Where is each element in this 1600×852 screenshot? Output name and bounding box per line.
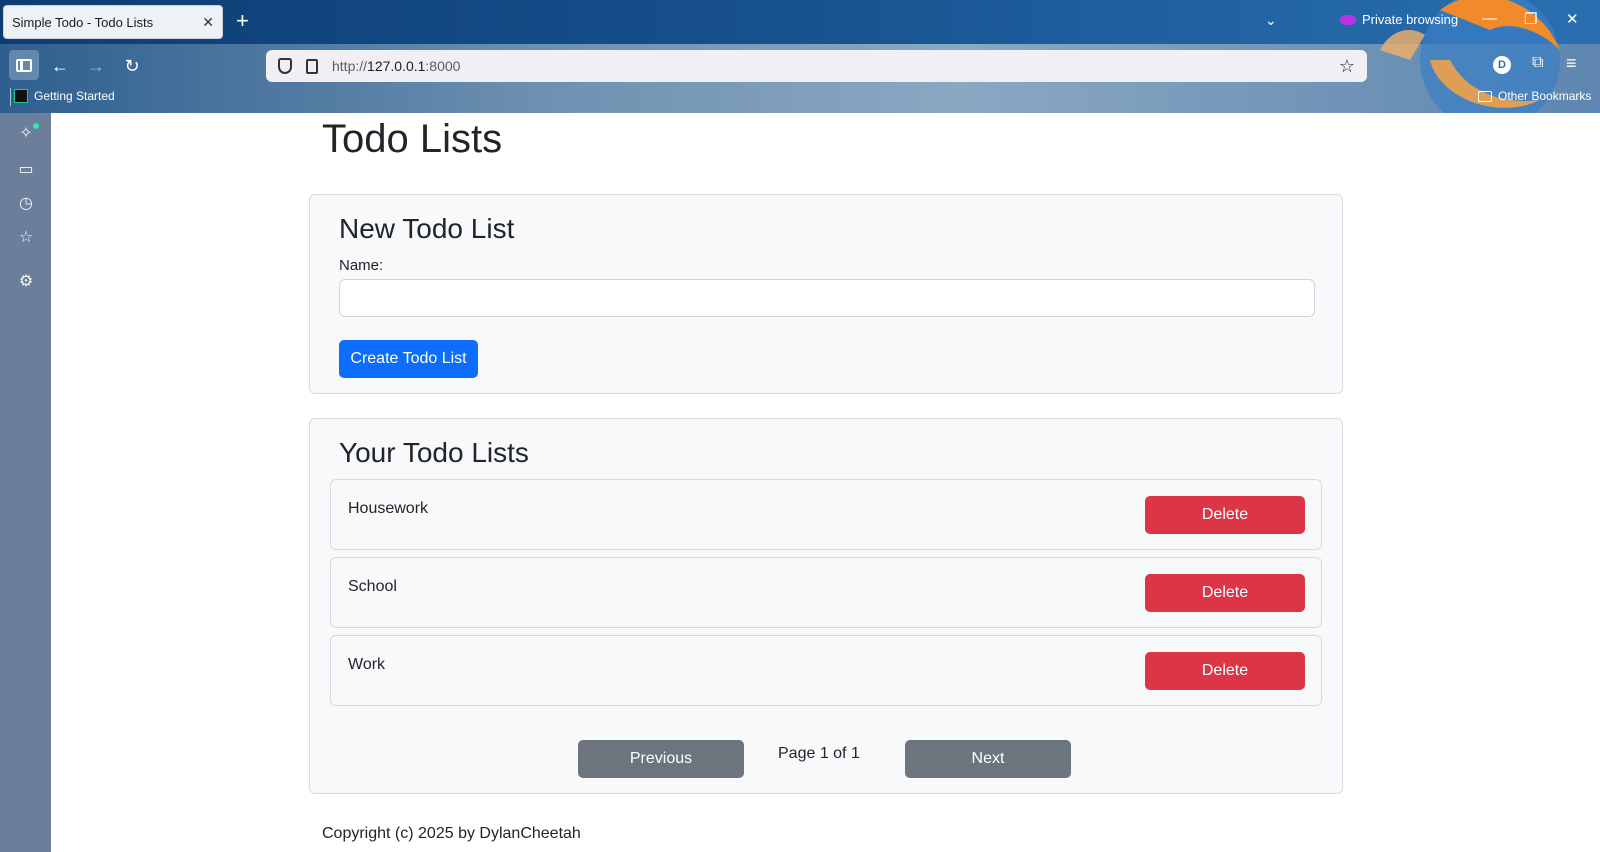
bookmark-star-icon[interactable]: ☆	[1339, 56, 1355, 77]
forward-arrow-icon[interactable]: →	[82, 52, 110, 80]
page-title: Todo Lists	[322, 117, 503, 161]
create-todo-list-button[interactable]: Create Todo List	[339, 340, 478, 378]
url-text[interactable]: http://127.0.0.1:8000	[332, 58, 1339, 74]
private-mask-icon	[1340, 14, 1356, 25]
shield-icon[interactable]	[278, 58, 292, 74]
hamburger-menu-icon[interactable]: ≡	[1566, 53, 1577, 74]
sidebar-icon	[16, 58, 32, 72]
delete-button[interactable]: Delete	[1145, 652, 1305, 690]
other-bookmarks[interactable]: Other Bookmarks	[1478, 89, 1591, 103]
bookmarks-star-icon[interactable]: ☆	[17, 228, 35, 246]
list-item[interactable]: Housework Delete	[330, 479, 1322, 550]
previous-button[interactable]: Previous	[578, 740, 744, 778]
todo-list-name[interactable]: School	[348, 578, 397, 596]
folder-icon	[1478, 90, 1492, 102]
bookmark-getting-started[interactable]: Getting Started	[14, 89, 115, 103]
copyright-footer: Copyright (c) 2025 by DylanCheetah	[322, 825, 581, 842]
sidebar-toggle-button[interactable]	[9, 50, 39, 80]
name-label: Name:	[339, 257, 384, 274]
window-close-icon[interactable]: ✕	[1566, 10, 1579, 28]
reload-icon[interactable]: ↻	[118, 52, 146, 80]
private-browsing-label: Private browsing	[1362, 12, 1459, 27]
notification-dot	[33, 123, 39, 129]
page-content: Todo Lists New Todo List Name: Create To…	[51, 113, 1600, 852]
restore-icon[interactable]: ❐	[1524, 10, 1537, 28]
todo-list-name[interactable]: Housework	[348, 500, 428, 518]
settings-gear-icon[interactable]: ⚙	[17, 272, 35, 290]
browser-chrome: Simple Todo - Todo Lists ✕ + ⌄ Private b…	[0, 0, 1600, 113]
url-bar[interactable]: http://127.0.0.1:8000 ☆	[266, 50, 1367, 82]
name-input[interactable]	[339, 279, 1315, 317]
tab-title: Simple Todo - Todo Lists	[12, 14, 154, 30]
back-arrow-icon[interactable]: ←	[46, 52, 74, 80]
pagination-info: Page 1 of 1	[778, 745, 860, 762]
next-button[interactable]: Next	[905, 740, 1071, 778]
list-item[interactable]: Work Delete	[330, 635, 1322, 706]
extensions-icon[interactable]: ⧉	[1532, 54, 1543, 72]
account-avatar[interactable]: D	[1493, 56, 1511, 74]
synced-tabs-icon[interactable]: ▭	[17, 160, 35, 178]
bookmark-separator	[10, 88, 11, 106]
browser-sidebar	[0, 113, 51, 852]
getting-started-favicon-icon	[14, 89, 28, 103]
new-todo-list-card: New Todo List Name: Create Todo List	[309, 194, 1343, 394]
delete-button[interactable]: Delete	[1145, 574, 1305, 612]
your-todo-lists-card: Your Todo Lists Housework Delete School …	[309, 418, 1343, 794]
close-icon[interactable]: ✕	[202, 14, 214, 31]
minimize-icon[interactable]: —	[1482, 10, 1497, 27]
other-bookmarks-label: Other Bookmarks	[1498, 89, 1592, 103]
tab-simple-todo[interactable]: Simple Todo - Todo Lists ✕	[3, 5, 223, 39]
your-todo-lists-heading: Your Todo Lists	[339, 437, 529, 468]
new-tab-button[interactable]: +	[236, 8, 249, 34]
chevron-down-icon[interactable]: ⌄	[1265, 12, 1277, 29]
delete-button[interactable]: Delete	[1145, 496, 1305, 534]
list-item[interactable]: School Delete	[330, 557, 1322, 628]
bookmark-label: Getting Started	[34, 89, 115, 103]
page-icon[interactable]	[306, 58, 318, 74]
history-icon[interactable]: ◷	[17, 194, 35, 212]
private-browsing-indicator: Private browsing	[1340, 12, 1458, 27]
todo-list-name[interactable]: Work	[348, 656, 385, 674]
new-todo-list-heading: New Todo List	[339, 213, 515, 244]
